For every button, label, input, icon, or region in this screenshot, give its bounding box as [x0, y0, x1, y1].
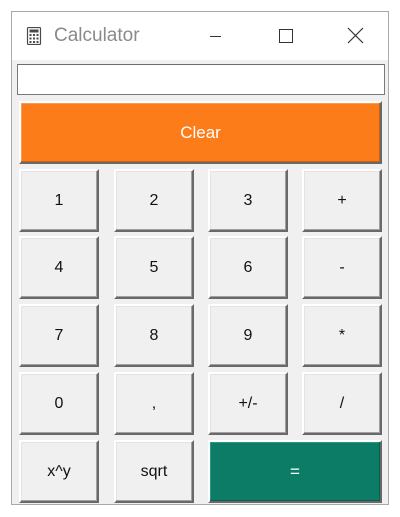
sqrt-button[interactable]: sqrt: [114, 440, 194, 503]
equals-button[interactable]: =: [208, 440, 382, 503]
digit-7-button[interactable]: 7: [19, 304, 99, 367]
minimize-icon: [210, 36, 221, 37]
digit-9-button[interactable]: 9: [208, 304, 288, 367]
window-title: Calculator: [54, 25, 140, 46]
digit-8-button[interactable]: 8: [114, 304, 194, 367]
digit-3-button[interactable]: 3: [208, 169, 288, 232]
title-bar[interactable]: Calculator: [12, 12, 388, 60]
subtract-button[interactable]: -: [302, 236, 382, 299]
negate-button[interactable]: +/-: [208, 372, 288, 435]
clear-button[interactable]: Clear: [19, 101, 382, 164]
digit-6-button[interactable]: 6: [208, 236, 288, 299]
calculator-window: Calculator Clear 1 2 3 + 4 5 6 - 7 8 9 *: [11, 11, 389, 505]
display-field[interactable]: [17, 64, 385, 95]
decimal-comma-button[interactable]: ,: [114, 372, 194, 435]
close-button[interactable]: [332, 12, 378, 60]
digit-2-button[interactable]: 2: [114, 169, 194, 232]
multiply-button[interactable]: *: [302, 304, 382, 367]
digit-0-button[interactable]: 0: [19, 372, 99, 435]
close-icon: [347, 27, 364, 44]
power-button[interactable]: x^y: [19, 440, 99, 503]
divide-button[interactable]: /: [302, 372, 382, 435]
digit-4-button[interactable]: 4: [19, 236, 99, 299]
minimize-button[interactable]: [192, 12, 238, 60]
digit-5-button[interactable]: 5: [114, 236, 194, 299]
maximize-icon: [279, 29, 293, 43]
add-button[interactable]: +: [302, 169, 382, 232]
digit-1-button[interactable]: 1: [19, 169, 99, 232]
calculator-icon: [26, 26, 42, 46]
maximize-button[interactable]: [262, 12, 308, 60]
